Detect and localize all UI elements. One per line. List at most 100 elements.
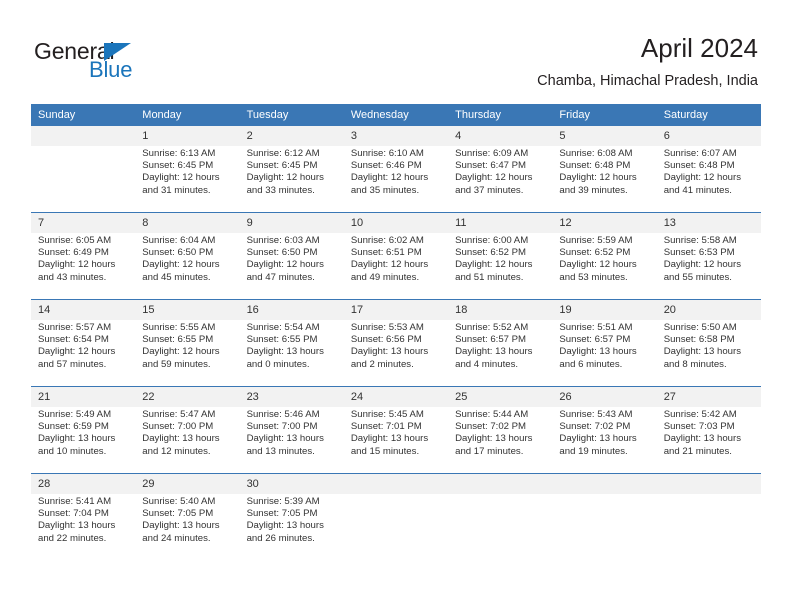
day-number[interactable]: 3 — [343, 126, 449, 146]
day-number[interactable]: 8 — [135, 213, 240, 233]
empty-day-cell — [343, 474, 449, 494]
day-detail-line: Daylight: 12 hours — [455, 172, 533, 184]
day-details: Sunrise: 5:59 AM Sunset: 6:52 PM Daylight:… — [552, 233, 657, 299]
day-details: Sunrise: 6:07 AM Sunset: 6:48 PM Daylight:… — [656, 146, 761, 212]
day-number[interactable]: 7 — [31, 213, 136, 233]
day-number[interactable]: 27 — [656, 387, 761, 407]
day-detail-line: Sunrise: 5:54 AM — [246, 322, 320, 333]
title-block: April 2024 Chamba, Himachal Pradesh, Ind… — [537, 32, 758, 91]
day-detail-line: and 12 minutes. — [142, 445, 211, 457]
day-detail-line: and 33 minutes. — [246, 184, 315, 196]
day-number[interactable]: 17 — [343, 300, 449, 320]
day-detail-line: Sunrise: 6:08 AM — [559, 148, 633, 159]
empty-day-details — [448, 494, 553, 560]
day-number[interactable]: 22 — [135, 387, 240, 407]
day-detail-line: and 17 minutes. — [455, 445, 524, 457]
day-detail-line: and 0 minutes. — [246, 358, 310, 370]
calendar-body: 123456 Sunrise: 6:13 AM Sunset: 6:45 PM Da… — [31, 126, 761, 560]
day-number[interactable]: 2 — [239, 126, 344, 146]
day-details: Sunrise: 5:50 AM Sunset: 6:58 PM Daylight:… — [656, 320, 761, 386]
empty-day-details — [656, 494, 761, 560]
day-number[interactable]: 26 — [552, 387, 657, 407]
day-number[interactable]: 29 — [135, 474, 240, 494]
day-detail-line: Sunrise: 6:12 AM — [246, 148, 320, 159]
day-number[interactable]: 9 — [239, 213, 344, 233]
day-details: Sunrise: 5:43 AM Sunset: 7:02 PM Daylight:… — [552, 407, 657, 473]
day-detail-line: Sunset: 6:47 PM — [455, 160, 527, 172]
day-detail-line: and 8 minutes. — [663, 358, 727, 370]
day-details: Sunrise: 6:09 AM Sunset: 6:47 PM Daylight:… — [448, 146, 553, 212]
day-details: Sunrise: 6:02 AM Sunset: 6:51 PM Daylight:… — [343, 233, 449, 299]
week-details-row: Sunrise: 5:57 AM Sunset: 6:54 PM Daylight:… — [31, 320, 761, 386]
day-detail-line: Sunrise: 5:50 AM — [663, 322, 737, 333]
day-detail-line: Daylight: 12 hours — [142, 346, 220, 358]
day-number[interactable]: 1 — [135, 126, 240, 146]
day-details: Sunrise: 5:57 AM Sunset: 6:54 PM Daylight:… — [31, 320, 136, 386]
day-details: Sunrise: 6:03 AM Sunset: 6:50 PM Daylight:… — [239, 233, 344, 299]
day-number[interactable]: 18 — [448, 300, 553, 320]
day-detail-line: and 4 minutes. — [455, 358, 519, 370]
day-details: Sunrise: 5:45 AM Sunset: 7:01 PM Daylight:… — [343, 407, 449, 473]
day-number[interactable]: 11 — [448, 213, 553, 233]
day-detail-line: Daylight: 13 hours — [350, 346, 429, 358]
day-detail-line: Daylight: 12 hours — [246, 172, 324, 184]
day-details: Sunrise: 5:54 AM Sunset: 6:55 PM Daylight:… — [239, 320, 344, 386]
day-detail-line: Sunset: 6:50 PM — [142, 247, 214, 259]
day-detail-line: and 53 minutes. — [559, 271, 628, 283]
day-number[interactable]: 15 — [135, 300, 240, 320]
day-detail-line: Sunset: 6:49 PM — [38, 247, 109, 259]
day-detail-line: Sunrise: 5:40 AM — [142, 496, 216, 507]
day-number[interactable]: 24 — [343, 387, 449, 407]
day-detail-line: Daylight: 13 hours — [142, 520, 220, 532]
day-detail-line: Sunset: 6:59 PM — [38, 421, 109, 433]
day-number[interactable]: 21 — [31, 387, 136, 407]
day-number[interactable]: 19 — [552, 300, 657, 320]
day-number[interactable]: 12 — [552, 213, 657, 233]
day-number[interactable]: 25 — [448, 387, 553, 407]
day-detail-line: Sunset: 6:51 PM — [350, 247, 422, 259]
day-number[interactable]: 5 — [552, 126, 657, 146]
day-detail-line: Sunrise: 5:41 AM — [38, 496, 112, 507]
day-detail-line: Daylight: 12 hours — [559, 259, 637, 271]
day-detail-line: Sunset: 6:54 PM — [38, 334, 109, 346]
day-detail-line: Daylight: 13 hours — [559, 346, 637, 358]
day-number[interactable]: 14 — [31, 300, 136, 320]
week-details-row: Sunrise: 5:49 AM Sunset: 6:59 PM Daylight:… — [31, 407, 761, 473]
day-number[interactable]: 30 — [239, 474, 344, 494]
day-detail-line: Sunrise: 5:59 AM — [559, 235, 633, 246]
day-number[interactable]: 28 — [31, 474, 136, 494]
empty-day-details — [552, 494, 657, 560]
day-detail-line: Sunset: 6:55 PM — [246, 334, 318, 346]
empty-day-cell — [31, 126, 136, 146]
day-detail-line: Sunrise: 6:00 AM — [455, 235, 529, 246]
weekday-header-sunday: Sunday — [31, 104, 136, 126]
day-detail-line: Sunset: 6:52 PM — [455, 247, 527, 259]
day-detail-line: Sunrise: 5:44 AM — [455, 409, 529, 420]
weekday-header-thursday: Thursday — [448, 104, 553, 126]
day-number[interactable]: 6 — [656, 126, 761, 146]
day-details: Sunrise: 5:42 AM Sunset: 7:03 PM Daylight:… — [656, 407, 761, 473]
day-details: Sunrise: 5:41 AM Sunset: 7:04 PM Daylight:… — [31, 494, 136, 560]
day-detail-line: and 24 minutes. — [142, 532, 211, 544]
day-number[interactable]: 20 — [656, 300, 761, 320]
day-detail-line: and 21 minutes. — [663, 445, 732, 457]
day-detail-line: and 26 minutes. — [246, 532, 315, 544]
day-details: Sunrise: 6:04 AM Sunset: 6:50 PM Daylight:… — [135, 233, 240, 299]
day-detail-line: and 37 minutes. — [455, 184, 524, 196]
day-number[interactable]: 10 — [343, 213, 449, 233]
day-detail-line: Daylight: 12 hours — [142, 172, 220, 184]
day-number[interactable]: 13 — [656, 213, 761, 233]
day-detail-line: Daylight: 13 hours — [246, 346, 324, 358]
day-detail-line: Sunset: 7:00 PM — [246, 421, 318, 433]
day-details: Sunrise: 5:49 AM Sunset: 6:59 PM Daylight:… — [31, 407, 136, 473]
day-number[interactable]: 23 — [239, 387, 344, 407]
day-detail-line: Daylight: 12 hours — [455, 259, 533, 271]
day-details: Sunrise: 5:46 AM Sunset: 7:00 PM Daylight:… — [239, 407, 344, 473]
day-detail-line: Sunset: 7:02 PM — [559, 421, 631, 433]
day-number[interactable]: 16 — [239, 300, 344, 320]
day-detail-line: Sunset: 6:48 PM — [663, 160, 735, 172]
weekday-header-friday: Friday — [552, 104, 657, 126]
day-detail-line: Daylight: 13 hours — [38, 433, 116, 445]
day-number[interactable]: 4 — [448, 126, 553, 146]
page-subtitle: Chamba, Himachal Pradesh, India — [537, 73, 758, 89]
